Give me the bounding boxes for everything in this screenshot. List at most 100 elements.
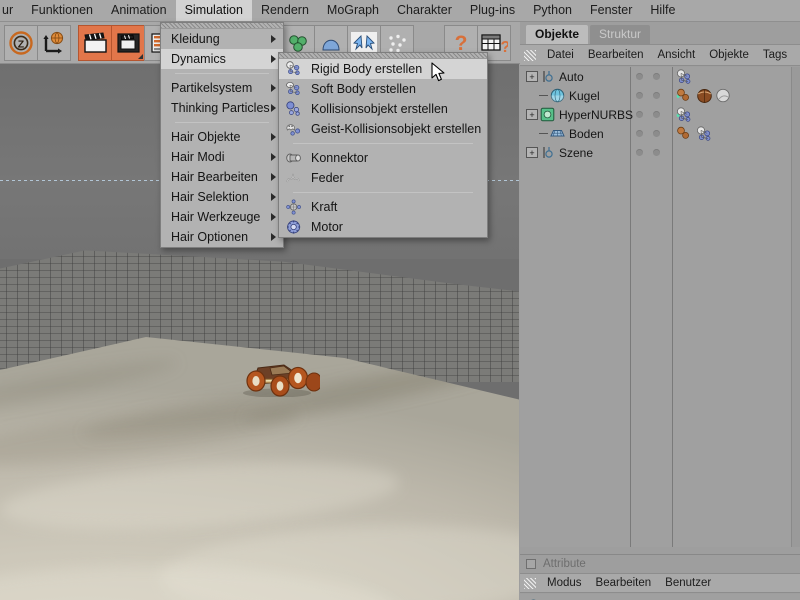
connector-icon	[285, 150, 303, 166]
attrmenu-modus[interactable]: Modus	[540, 576, 589, 590]
render-visibility-dot[interactable]	[653, 92, 660, 99]
object-tree-scrollbar[interactable]	[791, 67, 800, 547]
menu-dynamics[interactable]: Rigid Body erstellenSoft Body erstellenK…	[278, 52, 488, 238]
menu-simulation[interactable]: KleidungDynamics PartikelsystemThinking P…	[160, 22, 284, 248]
submenu-item-motor[interactable]: Motor	[279, 217, 487, 237]
object-row-kugel[interactable]: Kugel✓	[520, 86, 800, 105]
button-submenu-corner	[138, 54, 143, 59]
object-row-hypernurbs[interactable]: +HyperNURBS✓	[520, 105, 800, 124]
soft-body-icon	[285, 81, 303, 97]
attribute-header-label: Attribute	[543, 558, 586, 570]
attribute-manager-menubar: ModusBearbeitenBenutzer	[520, 573, 800, 593]
menu-rendern[interactable]: Rendern	[252, 0, 318, 21]
submenu-item-geist-kollisionsobjekt-erstellen[interactable]: Geist-Kollisionsobjekt erstellen	[279, 119, 487, 139]
submenu-item-kollisionsobjekt-erstellen[interactable]: Kollisionsobjekt erstellen	[279, 99, 487, 119]
world-axis-button[interactable]	[37, 25, 71, 61]
expand-toggle-icon[interactable]: +	[526, 147, 538, 158]
menu-mograph[interactable]: MoGraph	[318, 0, 388, 21]
render-view-button[interactable]	[78, 25, 112, 61]
render-visibility-dot[interactable]	[653, 73, 660, 80]
object-manager-tabs: ObjekteStruktur	[520, 22, 800, 44]
attrmenu-bearbeiten[interactable]: Bearbeiten	[589, 576, 659, 590]
object-row-auto[interactable]: +Auto	[520, 67, 800, 86]
clapperboard-region-icon	[116, 32, 141, 54]
submenu-arrow-icon	[271, 104, 276, 112]
tab-struktur[interactable]: Struktur	[590, 25, 650, 44]
menu-item-label: Hair Optionen	[171, 230, 248, 244]
material-tag[interactable]	[676, 88, 693, 104]
submenu-arrow-icon	[271, 133, 276, 141]
editor-visibility-dot[interactable]	[636, 73, 643, 80]
submenu-item-label: Konnektor	[311, 151, 368, 165]
attrmenu-benutzer[interactable]: Benutzer	[658, 576, 718, 590]
array-icon	[286, 32, 310, 54]
dynamics-tag[interactable]	[676, 69, 693, 85]
menu-fenster[interactable]: Fenster	[581, 0, 641, 21]
visibility-dots[interactable]	[636, 130, 660, 137]
menu-hilfe[interactable]: Hilfe	[641, 0, 684, 21]
submenu-item-konnektor[interactable]: Konnektor	[279, 148, 487, 168]
object-tree[interactable]: +AutoKugel✓+HyperNURBS✓Boden+Szene	[520, 67, 800, 547]
submenu-item-feder[interactable]: Feder	[279, 168, 487, 188]
menu-item-hair-modi[interactable]: Hair Modi	[161, 147, 283, 167]
menu-item-label: Hair Modi	[171, 150, 225, 164]
menu-charakter[interactable]: Charakter	[388, 0, 461, 21]
material-tag-2[interactable]	[696, 88, 713, 104]
menu-item-hair-objekte[interactable]: Hair Objekte	[161, 127, 283, 147]
visibility-dots[interactable]	[636, 111, 660, 118]
menu-animation[interactable]: Animation	[102, 0, 176, 21]
render-visibility-dot[interactable]	[653, 111, 660, 118]
editor-visibility-dot[interactable]	[636, 92, 643, 99]
menu-item-thinking-particles[interactable]: Thinking Particles	[161, 98, 283, 118]
editor-visibility-dot[interactable]	[636, 130, 643, 137]
render-visibility-dot[interactable]	[653, 149, 660, 156]
submenu-item-rigid-body-erstellen[interactable]: Rigid Body erstellen	[279, 59, 487, 79]
expand-toggle-icon[interactable]: +	[526, 109, 538, 120]
main-menu-bar: urFunktionenAnimationSimulationRendernMo…	[0, 0, 800, 22]
menu-funktionen[interactable]: Funktionen	[22, 0, 102, 21]
menu-python[interactable]: Python	[524, 0, 581, 21]
menu-item-hair-werkzeuge[interactable]: Hair Werkzeuge	[161, 207, 283, 227]
object-row-szene[interactable]: +Szene	[520, 143, 800, 162]
menu-item-hair-selektion[interactable]: Hair Selektion	[161, 187, 283, 207]
toy-car-object[interactable]	[232, 355, 320, 397]
menu-item-partikelsystem[interactable]: Partikelsystem	[161, 78, 283, 98]
menu-plug-ins[interactable]: Plug-ins	[461, 0, 524, 21]
submenu-item-kraft[interactable]: Kraft	[279, 197, 487, 217]
visibility-dots[interactable]	[636, 149, 660, 156]
dynamics-tag[interactable]	[676, 107, 693, 123]
expand-toggle-icon[interactable]: +	[526, 71, 538, 82]
panel-grip-handle[interactable]	[524, 50, 536, 61]
objmenu-objekte[interactable]: Objekte	[702, 48, 756, 62]
texture-tag[interactable]	[716, 88, 733, 104]
attribute-grip-handle[interactable]	[524, 578, 536, 589]
menu-item-kleidung[interactable]: Kleidung	[161, 29, 283, 49]
render-visibility-dot[interactable]	[653, 130, 660, 137]
object-manager-menubar: DateiBearbeitenAnsichtObjekteTags	[520, 44, 800, 66]
menu-item-hair-optionen[interactable]: Hair Optionen	[161, 227, 283, 247]
menu-simulation[interactable]: Simulation	[176, 0, 252, 21]
menu-ur[interactable]: ur	[0, 0, 22, 21]
undo-z-button[interactable]: Z	[4, 25, 38, 61]
menu-item-label: Hair Bearbeiten	[171, 170, 258, 184]
object-row-boden[interactable]: Boden	[520, 124, 800, 143]
visibility-dots[interactable]	[636, 92, 660, 99]
svg-text:Z: Z	[18, 39, 25, 51]
menu-item-hair-bearbeiten[interactable]: Hair Bearbeiten	[161, 167, 283, 187]
objmenu-tags[interactable]: Tags	[756, 48, 794, 62]
collapse-box-icon[interactable]	[526, 559, 536, 569]
editor-visibility-dot[interactable]	[636, 149, 643, 156]
submenu-arrow-icon	[271, 173, 276, 181]
objmenu-datei[interactable]: Datei	[540, 48, 581, 62]
material-tag[interactable]	[676, 126, 693, 142]
menu-item-dynamics[interactable]: Dynamics	[161, 49, 283, 69]
tab-objekte[interactable]: Objekte	[526, 25, 588, 44]
dynamics-tag[interactable]	[696, 126, 713, 142]
editor-visibility-dot[interactable]	[636, 111, 643, 118]
sphere-object-icon	[550, 88, 565, 103]
visibility-dots[interactable]	[636, 73, 660, 80]
objmenu-ansicht[interactable]: Ansicht	[650, 48, 702, 62]
submenu-item-soft-body-erstellen[interactable]: Soft Body erstellen	[279, 79, 487, 99]
render-region-button[interactable]	[111, 25, 145, 61]
objmenu-bearbeiten[interactable]: Bearbeiten	[581, 48, 651, 62]
